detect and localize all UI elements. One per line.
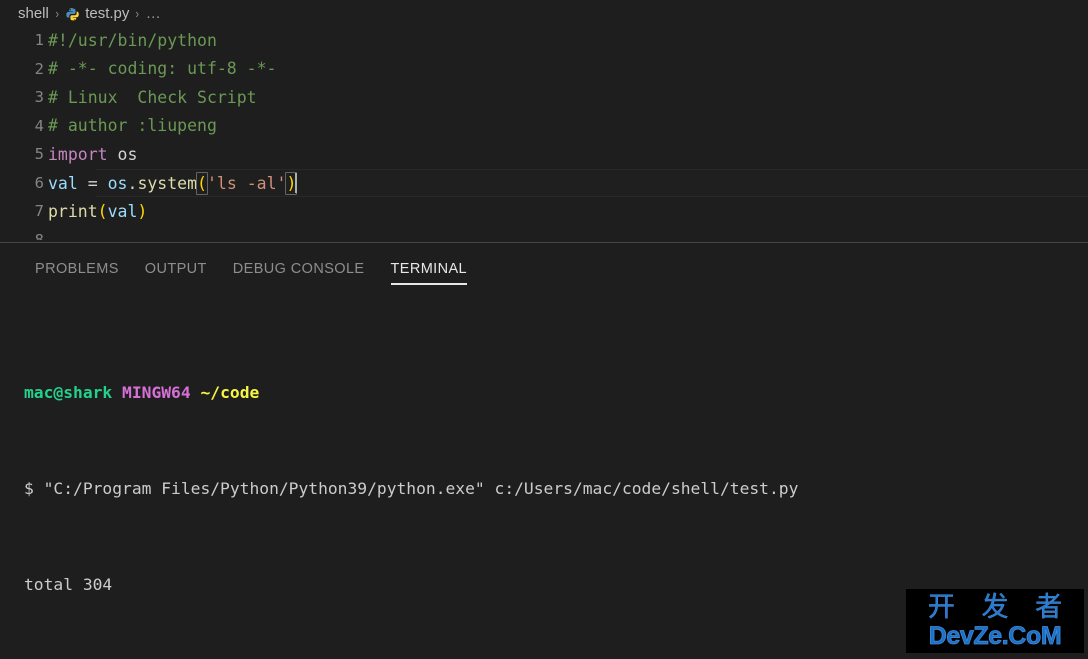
terminal-command: "C:/Program Files/Python/Python39/python… (33, 479, 799, 498)
line-number: 1 (34, 31, 44, 50)
code-content: val = os.system('ls -al') (48, 171, 298, 195)
prompt-symbol: $ (24, 479, 34, 498)
chevron-right-icon-2: › (135, 5, 140, 21)
code-content: #!/usr/bin/python (48, 30, 217, 50)
breadcrumb-item-folder[interactable]: shell (18, 5, 49, 22)
breadcrumb-item-file[interactable]: test.py (85, 5, 129, 22)
code-content: import os (48, 145, 137, 164)
code-line-4[interactable]: 4 # author :liupeng (0, 112, 1088, 141)
line-number: 7 (34, 202, 44, 221)
token-module-os: os (117, 144, 138, 164)
code-line-5[interactable]: 5 import os (0, 140, 1088, 169)
tab-problems[interactable]: PROBLEMS (22, 261, 132, 287)
tab-debug-console[interactable]: DEBUG CONSOLE (220, 261, 378, 287)
token-func-print: print (48, 201, 98, 221)
vscode-window: shell › test.py › … 1 #!/usr/bin/python … (0, 0, 1088, 659)
chevron-right-icon: › (55, 5, 59, 21)
prompt-user-host: mac@shark (24, 383, 113, 402)
terminal-prompt-line: mac@shark MINGW64 ~/code (24, 381, 1088, 405)
token-var-val: val (48, 173, 78, 193)
tab-terminal[interactable]: TERMINAL (378, 261, 481, 287)
line-number: 3 (34, 88, 44, 107)
prompt-space-1 (112, 383, 122, 402)
watermark-domain-text: DevZe.CoM (928, 622, 1062, 650)
prompt-space-2 (191, 383, 201, 402)
code-line-7[interactable]: 7 print(val) (0, 197, 1088, 226)
code-content: print(val) (48, 202, 147, 221)
panel-tab-bar: PROBLEMS OUTPUT DEBUG CONSOLE TERMINAL (0, 243, 1088, 287)
text-cursor (295, 172, 298, 193)
code-content: # author :liupeng (48, 116, 217, 136)
token-paren-close: ) (137, 201, 148, 221)
code-line-2[interactable]: 2 # -*- coding: utf-8 -*- (0, 55, 1088, 84)
prompt-cwd: ~/code (200, 383, 260, 402)
code-content: # -*- coding: utf-8 -*- (48, 59, 277, 79)
token-assign: = (77, 173, 108, 193)
code-content: # Linux Check Script (48, 87, 257, 107)
breadcrumb-overflow[interactable]: … (146, 5, 162, 22)
token-arg-val: val (107, 201, 138, 221)
tab-output[interactable]: OUTPUT (132, 261, 220, 287)
token-paren-open: ( (97, 201, 108, 221)
prompt-shell: MINGW64 (122, 383, 191, 402)
line-number: 2 (34, 59, 44, 78)
token-obj-os: os (107, 173, 128, 193)
line-number: 4 (34, 116, 44, 135)
terminal-command-line: $ "C:/Program Files/Python/Python39/pyth… (24, 477, 1088, 501)
python-file-icon (65, 7, 80, 22)
token-dot: . (127, 173, 138, 193)
token-method-system: system (137, 173, 198, 193)
editor-bottom-clip (0, 240, 1088, 242)
breadcrumb: shell › test.py › … (0, 0, 1088, 26)
watermark-chinese-text: 开 发 者 (927, 592, 1072, 623)
code-line-6[interactable]: 6 val = os.system('ls -al') (0, 168, 1088, 197)
code-line-1[interactable]: 1 #!/usr/bin/python (0, 26, 1088, 55)
code-editor[interactable]: 1 #!/usr/bin/python 2 # -*- coding: utf-… (0, 26, 1088, 242)
site-watermark: 开 发 者 DevZe.CoM (906, 589, 1084, 653)
line-number: 5 (34, 145, 44, 164)
token-string-ls-al: 'ls -al' (206, 173, 287, 193)
code-line-3[interactable]: 3 # Linux Check Script (0, 83, 1088, 112)
token-keyword-import: import (48, 144, 108, 164)
line-number: 6 (34, 173, 44, 192)
